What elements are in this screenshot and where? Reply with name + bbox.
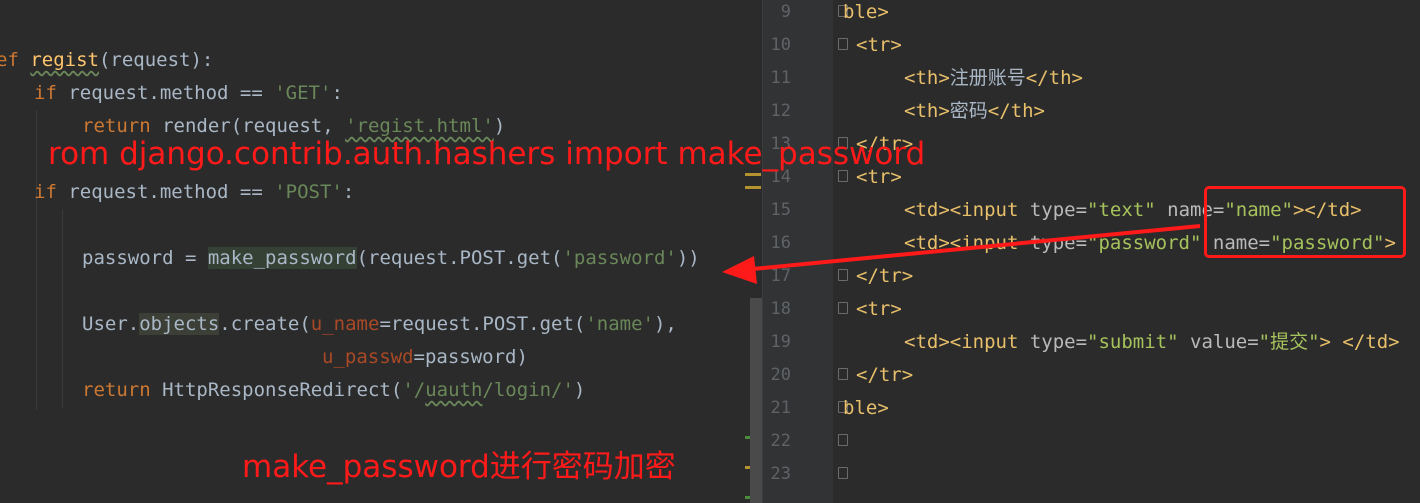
import-annotation: rom django.contrib.auth.hashers import m… [48,136,926,172]
annotation-arrow-icon [722,224,1201,284]
make-password-annotation: make_password进行密码加密 [242,449,676,485]
